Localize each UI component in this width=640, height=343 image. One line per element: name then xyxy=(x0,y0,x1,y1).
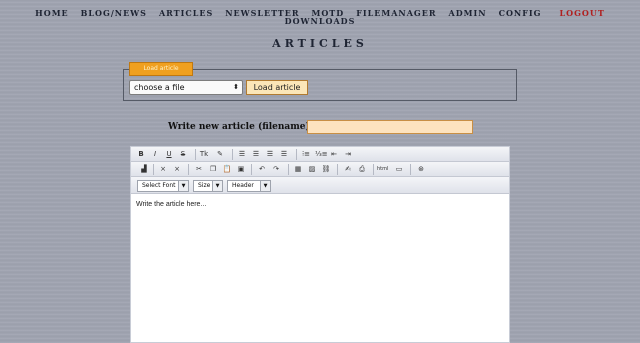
editor-toolbar-fonts: Select Font ▼ Size ▼ Header ▼ xyxy=(131,177,509,194)
nav-filemanager[interactable]: FILEMANAGER xyxy=(356,9,436,17)
filename-input[interactable] xyxy=(307,120,473,134)
font-select-label: Select Font xyxy=(142,182,176,189)
filename-label: Write new article (filename): xyxy=(168,122,314,132)
header-select[interactable]: Header ▼ xyxy=(227,180,271,192)
dropdown-arrow-icon: ▼ xyxy=(260,181,270,191)
load-article-button[interactable]: Load article xyxy=(246,80,308,95)
font-select[interactable]: Select Font ▼ xyxy=(137,180,189,192)
page-title: ARTICLES xyxy=(272,37,368,50)
numbered-list-icon[interactable]: ⅓≡ xyxy=(315,149,328,160)
nav-home[interactable]: HOME xyxy=(35,9,68,17)
toolbar-divider xyxy=(188,164,189,175)
nav-config[interactable]: CONFIG xyxy=(499,9,542,17)
size-select[interactable]: Size ▼ xyxy=(193,180,223,192)
paste-icon[interactable]: 📋 xyxy=(222,164,232,175)
editor-body-text[interactable]: Write the article here... xyxy=(136,201,206,208)
underline-icon[interactable]: U xyxy=(164,149,174,160)
html-source-icon[interactable]: html xyxy=(377,164,388,175)
strikethrough-icon[interactable]: S xyxy=(178,149,188,160)
align-right-icon[interactable]: ☰ xyxy=(265,149,275,160)
nav-logout[interactable]: LOGOUT xyxy=(559,9,604,17)
dropdown-arrow-icon: ▼ xyxy=(178,181,188,191)
text-size-icon[interactable]: Tk xyxy=(199,149,209,160)
toolbar-divider xyxy=(288,164,289,175)
link-icon[interactable]: ⛓ xyxy=(321,164,331,175)
toolbar-divider xyxy=(296,149,297,160)
toolbar-divider xyxy=(251,164,252,175)
help-icon[interactable]: ⊛ xyxy=(416,164,426,175)
toolbar-divider xyxy=(410,164,411,175)
toolbar-divider xyxy=(337,164,338,175)
undo-icon[interactable]: ↶ xyxy=(257,164,267,175)
copy-icon[interactable]: ❐ xyxy=(208,164,218,175)
editor-toolbar-formatting: B I U S Tk ✎ ☰ ☰ ☰ ☰ ⁝≡ ⅓≡ ⇤ ⇥ xyxy=(131,147,509,162)
toolbar-divider xyxy=(195,149,196,160)
nav-downloads[interactable]: DOWNLOADS xyxy=(285,17,356,25)
bold-icon[interactable]: B xyxy=(136,149,146,160)
panel-legend: Load article xyxy=(129,62,193,76)
bullet-list-icon[interactable]: ⁝≡ xyxy=(301,149,311,160)
remove-format-icon[interactable]: × xyxy=(158,164,168,175)
toolbar-divider xyxy=(373,164,374,175)
paste-word-icon[interactable]: ▣ xyxy=(236,164,246,175)
editor-toolbar-insert: ▟ × × ✂ ❐ 📋 ▣ ↶ ↷ ▦ ▨ ⛓ ✍ ⎙ html ▭ ⊛ xyxy=(131,162,509,177)
align-center-icon[interactable]: ☰ xyxy=(251,149,261,160)
main-navigation: HOME BLOG/NEWS ARTICLES NEWSLETTER MOTD … xyxy=(0,9,640,25)
size-select-label: Size xyxy=(198,182,211,189)
image-icon[interactable]: ▨ xyxy=(307,164,317,175)
justify-icon[interactable]: ☰ xyxy=(279,149,289,160)
dropdown-arrow-icon: ▼ xyxy=(212,181,222,191)
toolbar-divider xyxy=(232,149,233,160)
file-select[interactable]: choose a file ⬍ xyxy=(129,80,243,95)
file-select-value: choose a file xyxy=(134,83,185,92)
updown-chevron-icon: ⬍ xyxy=(233,83,239,91)
indent-icon[interactable]: ⇥ xyxy=(343,149,353,160)
redo-icon[interactable]: ↷ xyxy=(271,164,281,175)
box-icon[interactable]: ▭ xyxy=(394,164,404,175)
outdent-icon[interactable]: ⇤ xyxy=(329,149,339,160)
clear-icon[interactable]: × xyxy=(172,164,182,175)
paint-icon[interactable]: ✎ xyxy=(215,149,225,160)
italic-icon[interactable]: I xyxy=(150,149,160,160)
chart-icon[interactable]: ▟ xyxy=(139,164,149,175)
rich-text-editor[interactable]: B I U S Tk ✎ ☰ ☰ ☰ ☰ ⁝≡ ⅓≡ ⇤ ⇥ ▟ × × ✂ ❐… xyxy=(130,146,510,343)
print-icon[interactable]: ⎙ xyxy=(357,164,367,175)
table-icon[interactable]: ▦ xyxy=(293,164,303,175)
cut-icon[interactable]: ✂ xyxy=(194,164,204,175)
nav-blog-news[interactable]: BLOG/NEWS xyxy=(81,9,147,17)
nav-admin[interactable]: ADMIN xyxy=(449,9,487,17)
align-left-icon[interactable]: ☰ xyxy=(237,149,247,160)
spellcheck-icon[interactable]: ✍ xyxy=(343,164,353,175)
toolbar-divider xyxy=(153,164,154,175)
nav-articles[interactable]: ARTICLES xyxy=(159,9,213,17)
header-select-label: Header xyxy=(232,182,254,189)
